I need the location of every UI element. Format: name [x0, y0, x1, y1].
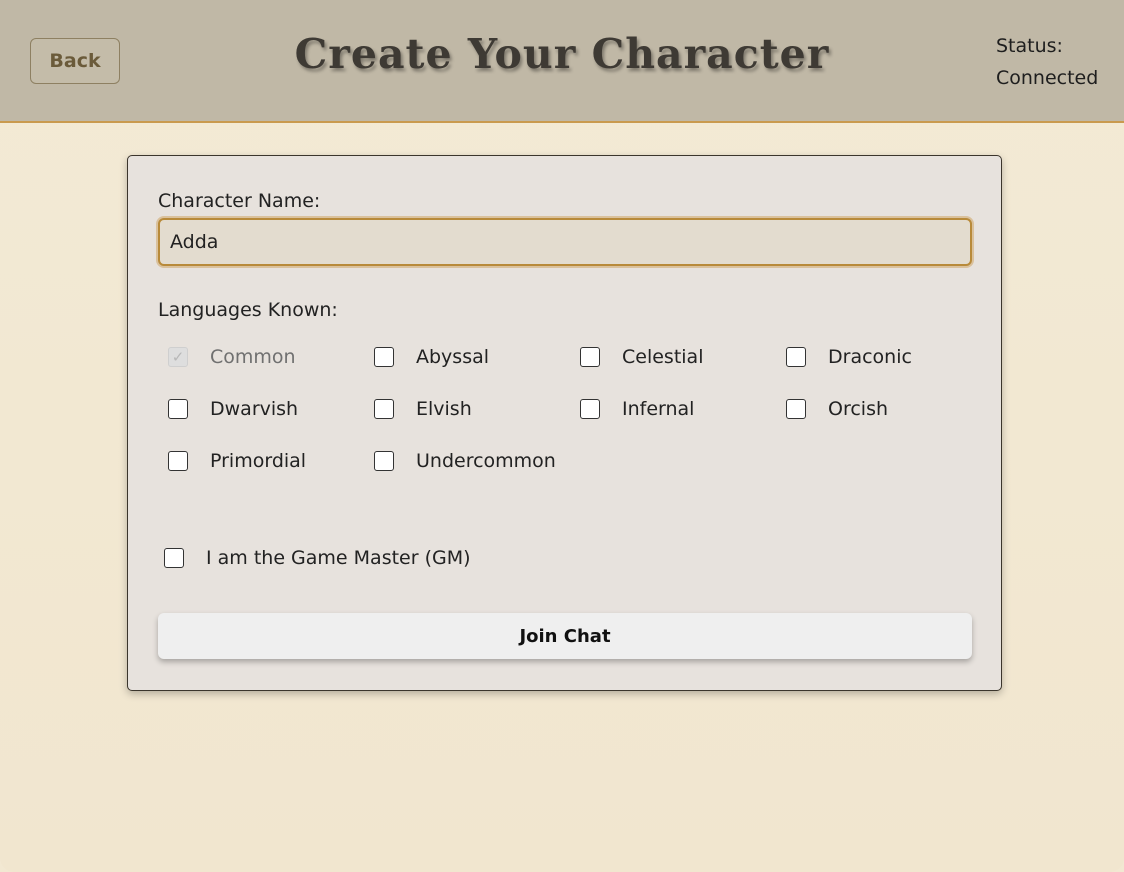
language-label: Undercommon	[416, 450, 556, 472]
checkbox-draconic[interactable]	[786, 347, 806, 367]
language-option-dwarvish[interactable]: Dwarvish	[168, 394, 298, 424]
language-label: Abyssal	[416, 346, 490, 368]
languages-label: Languages Known:	[158, 299, 338, 321]
language-option-orcish[interactable]: Orcish	[786, 394, 888, 424]
language-label: Draconic	[828, 346, 912, 368]
language-label: Elvish	[416, 398, 472, 420]
checkbox-primordial[interactable]	[168, 451, 188, 471]
page-title: Create Your Character	[294, 30, 830, 78]
language-label: Orcish	[828, 398, 889, 420]
checkbox-common[interactable]: ✓	[168, 347, 188, 367]
language-label: Celestial	[622, 346, 704, 368]
checkbox-undercommon[interactable]	[374, 451, 394, 471]
language-label: Dwarvish	[210, 398, 299, 420]
character-name-input[interactable]	[158, 218, 972, 266]
checkbox-abyssal[interactable]	[374, 347, 394, 367]
connection-status: Status: Connected	[996, 30, 1120, 94]
gm-checkbox[interactable]	[164, 548, 184, 568]
language-label: Common	[210, 346, 296, 368]
character-name-label: Character Name:	[158, 190, 321, 212]
character-form-card: Character Name: Languages Known: ✓ Commo…	[127, 155, 1002, 691]
status-label: Status:	[996, 35, 1063, 57]
checkbox-elvish[interactable]	[374, 399, 394, 419]
checkbox-orcish[interactable]	[786, 399, 806, 419]
language-option-draconic[interactable]: Draconic	[786, 342, 912, 372]
checkbox-infernal[interactable]	[580, 399, 600, 419]
language-label: Primordial	[210, 450, 307, 472]
gm-label: I am the Game Master (GM)	[206, 547, 471, 569]
status-value: Connected	[996, 67, 1099, 89]
join-chat-button[interactable]: Join Chat	[158, 613, 972, 659]
language-option-undercommon[interactable]: Undercommon	[374, 446, 556, 476]
language-option-elvish[interactable]: Elvish	[374, 394, 472, 424]
header-bar: Back Create Your Character Status: Conne…	[0, 0, 1124, 123]
language-option-primordial[interactable]: Primordial	[168, 446, 306, 476]
language-option-common[interactable]: ✓ Common	[168, 342, 296, 372]
language-label: Infernal	[622, 398, 695, 420]
language-option-abyssal[interactable]: Abyssal	[374, 342, 489, 372]
checkbox-celestial[interactable]	[580, 347, 600, 367]
language-option-infernal[interactable]: Infernal	[580, 394, 694, 424]
checkbox-dwarvish[interactable]	[168, 399, 188, 419]
language-option-celestial[interactable]: Celestial	[580, 342, 703, 372]
gm-option[interactable]: I am the Game Master (GM)	[164, 543, 471, 573]
